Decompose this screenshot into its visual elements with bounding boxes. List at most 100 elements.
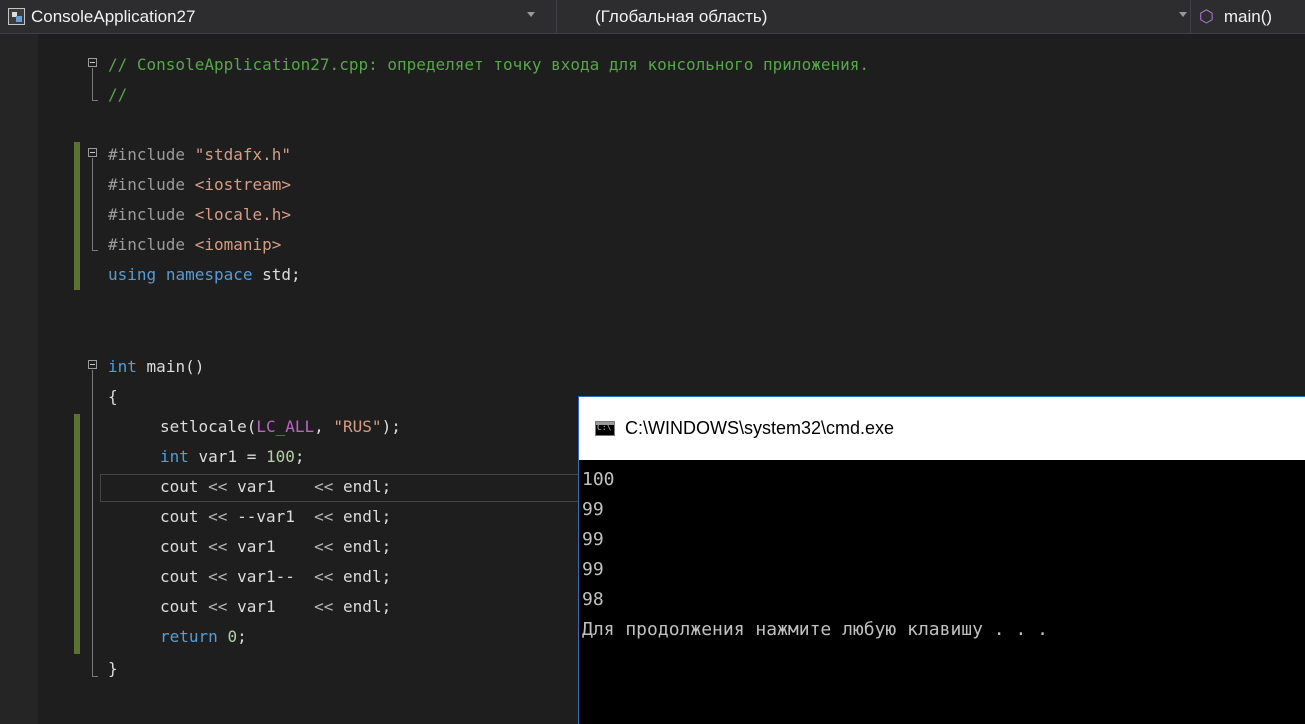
cmd-window-icon: C:\ xyxy=(595,421,615,436)
code-line-include[interactable]: #include "stdafx.h" xyxy=(108,140,291,170)
keyword: return xyxy=(160,627,218,646)
operator: << xyxy=(208,537,228,556)
code-line-cout[interactable]: cout << var1 << endl; xyxy=(160,472,391,502)
code-line-using[interactable]: using namespace std; xyxy=(108,260,301,290)
identifier: setlocale( xyxy=(160,417,257,436)
change-indicator xyxy=(74,142,80,290)
console-titlebar[interactable]: C:\ C:\WINDOWS\system32\cmd.exe xyxy=(579,397,1305,460)
code-line-cout[interactable]: cout << var1 << endl; xyxy=(160,532,391,562)
identifier: std; xyxy=(262,265,301,284)
console-output-line: 99 xyxy=(582,499,604,520)
scope-label: (Глобальная область) xyxy=(595,6,768,26)
identifier: main() xyxy=(146,357,205,376)
identifier: var1 xyxy=(227,477,315,496)
console-prompt-line: Для продолжения нажмите любую клавишу . … xyxy=(582,619,1048,640)
include-file: <iomanip> xyxy=(194,235,282,254)
code-line-cout[interactable]: cout << var1 << endl; xyxy=(160,592,391,622)
code-line-include[interactable]: #include <locale.h> xyxy=(108,200,291,230)
code-line-cout[interactable]: cout << var1-- << endl; xyxy=(160,562,391,592)
preprocessor-keyword: #include xyxy=(108,235,186,254)
identifier: endl; xyxy=(333,477,392,496)
separator: ); xyxy=(381,417,401,436)
keyword: using xyxy=(108,265,157,284)
operator: << xyxy=(208,507,228,526)
operator: << xyxy=(314,567,334,586)
console-output-line: 99 xyxy=(582,559,604,580)
editor-gutter xyxy=(0,34,38,724)
outline-line xyxy=(92,158,93,250)
project-dropdown[interactable]: ConsoleApplication27 xyxy=(8,0,550,33)
code-line-include[interactable]: #include <iostream> xyxy=(108,170,291,200)
identifier: var1 xyxy=(227,537,315,556)
operator: << xyxy=(314,477,334,496)
code-line-setlocale[interactable]: setlocale(LC_ALL, "RUS"); xyxy=(160,412,401,442)
operator: << xyxy=(314,507,334,526)
code-line-declaration[interactable]: int var1 = 100; xyxy=(160,442,305,472)
preprocessor-keyword: #include xyxy=(108,175,186,194)
keyword: namespace xyxy=(165,265,253,284)
identifier: endl; xyxy=(333,567,392,586)
code-line-comment[interactable]: // xyxy=(108,80,127,110)
console-output-line: 99 xyxy=(582,529,604,550)
preprocessor-keyword: #include xyxy=(108,145,186,164)
separator: ; xyxy=(237,627,247,646)
identifier: cout xyxy=(160,597,209,616)
macro: LC_ALL xyxy=(256,417,315,436)
keyword: int xyxy=(160,447,189,466)
keyword: int xyxy=(108,357,137,376)
code-line-brace[interactable]: { xyxy=(108,382,118,412)
string-literal: "RUS" xyxy=(333,417,382,436)
identifier: var1-- xyxy=(227,567,315,586)
identifier: endl; xyxy=(333,507,392,526)
scope-dropdown[interactable]: (Глобальная область) xyxy=(556,0,1188,33)
outline-line xyxy=(92,676,98,677)
identifier: --var1 xyxy=(227,507,315,526)
identifier: var1 = xyxy=(188,447,266,466)
collapse-toggle[interactable] xyxy=(88,360,97,369)
chevron-down-icon[interactable] xyxy=(1179,12,1187,17)
separator: , xyxy=(314,417,334,436)
project-icon xyxy=(8,8,25,25)
code-line-comment[interactable]: // ConsoleApplication27.cpp: определяет … xyxy=(108,50,869,80)
chevron-down-icon[interactable] xyxy=(527,12,535,17)
member-label: main() xyxy=(1223,6,1273,26)
code-line-brace[interactable]: } xyxy=(108,654,118,684)
identifier: cout xyxy=(160,477,209,496)
outline-line xyxy=(92,250,98,251)
outline-line xyxy=(92,100,98,101)
collapse-toggle[interactable] xyxy=(88,58,97,67)
operator: << xyxy=(208,477,228,496)
separator: ; xyxy=(294,447,305,466)
operator: << xyxy=(314,597,334,616)
include-file: <locale.h> xyxy=(194,205,292,224)
preprocessor-keyword: #include xyxy=(108,205,186,224)
console-output-line: 100 xyxy=(582,469,615,490)
number-literal: 100 xyxy=(265,447,295,466)
identifier: cout xyxy=(160,537,209,556)
include-file: <iostream> xyxy=(194,175,292,194)
console-title: C:\WINDOWS\system32\cmd.exe xyxy=(625,418,895,438)
console-output-line: 98 xyxy=(582,589,604,610)
outline-line xyxy=(92,68,93,100)
collapse-toggle[interactable] xyxy=(88,148,97,157)
identifier: endl; xyxy=(333,597,392,616)
identifier: cout xyxy=(160,567,209,586)
identifier: endl; xyxy=(333,537,392,556)
number-literal: 0 xyxy=(227,627,238,646)
identifier: var1 xyxy=(227,597,315,616)
change-indicator xyxy=(74,414,80,654)
console-window[interactable]: C:\ C:\WINDOWS\system32\cmd.exe 100 99 9… xyxy=(578,396,1305,724)
identifier: cout xyxy=(160,507,209,526)
code-line-main[interactable]: int main() xyxy=(108,352,204,382)
operator: << xyxy=(208,567,228,586)
code-line-return[interactable]: return 0; xyxy=(160,622,247,652)
operator: << xyxy=(314,537,334,556)
member-dropdown[interactable]: ⬡ main() xyxy=(1190,0,1305,33)
include-file: "stdafx.h" xyxy=(194,145,292,164)
operator: << xyxy=(208,597,228,616)
outline-line xyxy=(92,370,93,676)
navigation-bar: ConsoleApplication27 (Глобальная область… xyxy=(0,0,1305,34)
code-line-cout[interactable]: cout << --var1 << endl; xyxy=(160,502,391,532)
code-line-include[interactable]: #include <iomanip> xyxy=(108,230,281,260)
function-cube-icon: ⬡ xyxy=(1199,6,1214,26)
